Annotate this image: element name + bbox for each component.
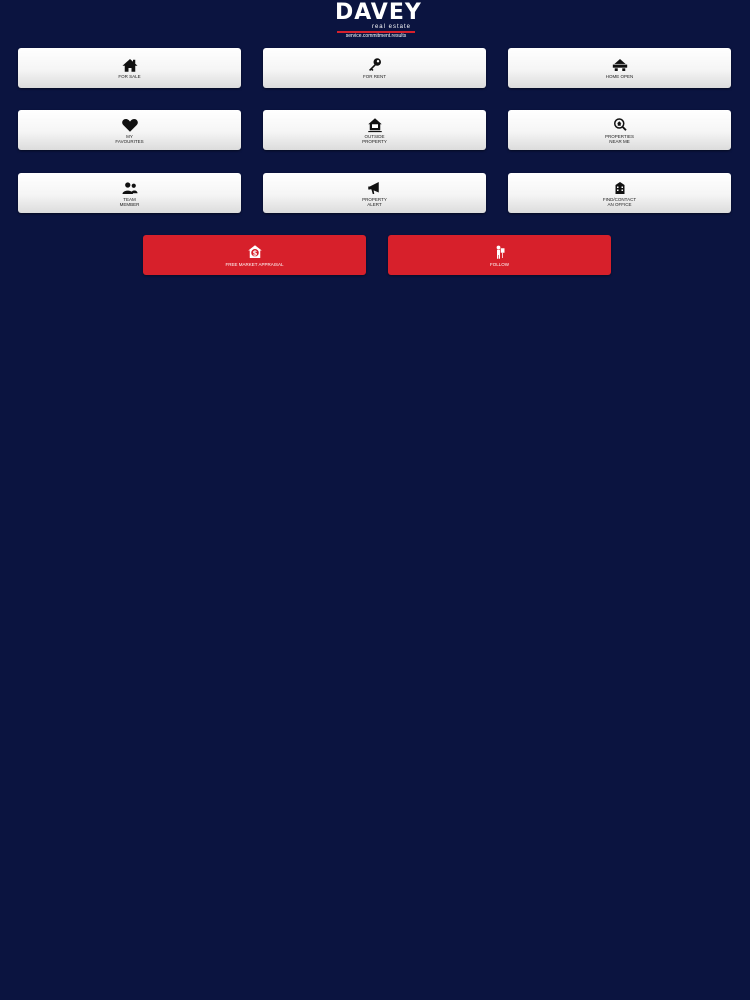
open-house-icon xyxy=(611,59,628,71)
properties-near-me-label: Properties Near Me xyxy=(605,133,634,144)
svg-text:$: $ xyxy=(252,249,257,257)
megaphone-icon xyxy=(367,181,379,194)
home-open-label: Home Open xyxy=(605,74,634,79)
follow-label: Follow xyxy=(489,261,509,267)
for-sale-label: For Sale xyxy=(118,74,141,79)
location-search-icon xyxy=(613,117,627,131)
outside-property-label: Outside Property xyxy=(362,133,387,144)
heart-icon xyxy=(121,118,138,132)
find-contact-office-label: Find/Contact An Office xyxy=(602,196,637,207)
for-rent-label: For Rent xyxy=(363,74,386,79)
for-sale-button[interactable]: For Sale xyxy=(18,48,241,88)
house-icon xyxy=(122,59,137,72)
office-icon xyxy=(615,181,624,194)
find-contact-office-button[interactable]: Find/Contact An Office xyxy=(508,173,731,213)
person-sign-icon xyxy=(496,245,504,259)
my-favourites-button[interactable]: My Favourites xyxy=(18,110,241,150)
home-outline-icon xyxy=(367,117,382,132)
logo-tagline: service.commitment.results xyxy=(345,33,407,39)
outside-property-button[interactable]: Outside Property xyxy=(263,110,486,150)
davey-logo: DAVEY real estate service.commitment.res… xyxy=(335,0,422,39)
home-open-button[interactable]: Home Open xyxy=(508,48,731,88)
property-alert-button[interactable]: Property Alert xyxy=(263,173,486,213)
follow-button[interactable]: Follow xyxy=(388,235,611,275)
money-house-icon: $ xyxy=(247,244,262,258)
free-market-appraisal-label: Free Market Appraisal xyxy=(225,261,284,267)
property-alert-label: Property Alert xyxy=(362,196,387,207)
free-market-appraisal-button[interactable]: $ Free Market Appraisal xyxy=(143,235,366,275)
key-icon xyxy=(368,58,381,71)
my-favourites-label: My Favourites xyxy=(115,133,144,144)
team-member-button[interactable]: Team Member xyxy=(18,173,241,213)
properties-near-me-button[interactable]: Properties Near Me xyxy=(508,110,731,150)
people-icon xyxy=(122,181,137,194)
for-rent-button[interactable]: For Rent xyxy=(263,48,486,88)
logo-word: DAVEY xyxy=(335,0,422,25)
team-member-label: Team Member xyxy=(119,196,140,207)
